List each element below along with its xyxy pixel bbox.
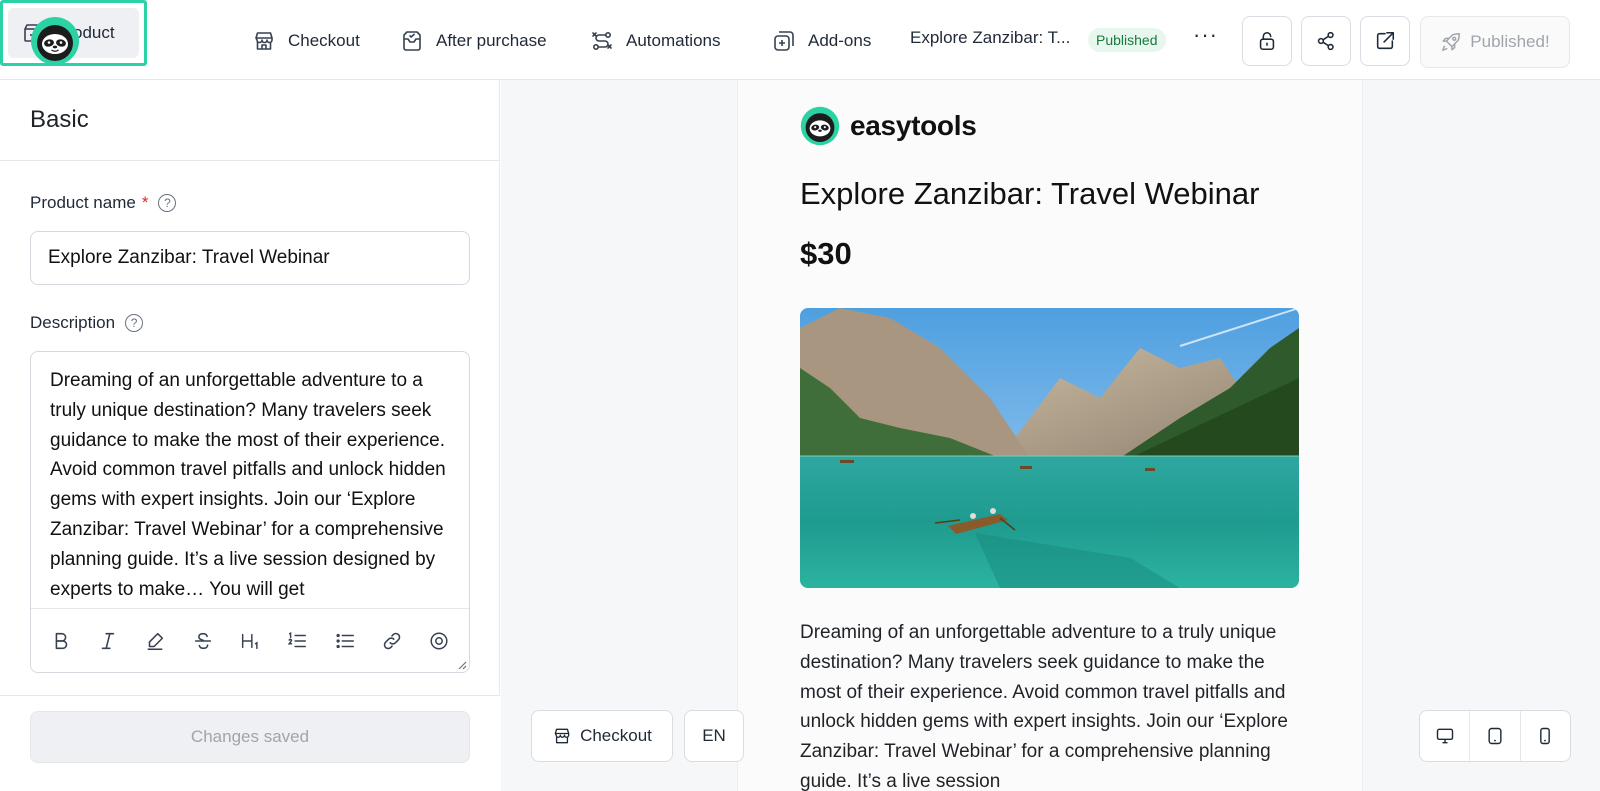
strikethrough-icon[interactable] — [188, 626, 218, 656]
product-name-value: Explore Zanzibar: Travel Webinar — [48, 247, 330, 268]
store-icon — [255, 32, 273, 50]
tablet-view-button[interactable] — [1470, 711, 1521, 761]
lock-icon — [1259, 31, 1275, 51]
store-icon — [554, 728, 570, 744]
sloth-logo-icon — [800, 106, 840, 146]
plus-square-icon — [774, 31, 794, 51]
preview-card: easytools Explore Zanzibar: Travel Webin… — [737, 80, 1363, 791]
link-icon[interactable] — [377, 626, 407, 656]
tab-addons-label: Add-ons — [808, 31, 872, 50]
resize-handle-icon[interactable] — [457, 660, 467, 670]
brand-name: easytools — [850, 110, 977, 141]
product-title-short[interactable]: Explore Zanzibar: T... — [910, 28, 1070, 48]
heading-icon[interactable] — [235, 626, 265, 656]
tab-after-purchase-label: After purchase — [436, 31, 547, 50]
bold-icon[interactable] — [46, 626, 76, 656]
route-icon — [592, 31, 612, 51]
emoji-icon[interactable] — [424, 626, 454, 656]
bullet-list-icon[interactable] — [330, 626, 360, 656]
tab-addons[interactable]: Add-ons — [758, 20, 885, 62]
italic-icon[interactable] — [93, 626, 123, 656]
top-bar: Product Checkout After purchase Automati… — [0, 0, 1600, 80]
editor-toolbar — [31, 608, 469, 672]
product-name-input[interactable]: Explore Zanzibar: Travel Webinar — [30, 231, 470, 285]
tab-checkout[interactable]: Checkout — [238, 20, 374, 62]
product-name-label: Product name — [30, 193, 136, 212]
inbox-check-icon — [403, 31, 421, 51]
desktop-view-button[interactable] — [1420, 711, 1471, 761]
preview-price: $30 — [800, 236, 852, 271]
language-label: EN — [702, 726, 726, 745]
changes-saved-button[interactable]: Changes saved — [30, 711, 470, 763]
product-hero-image — [800, 308, 1299, 588]
product-name-label-row: Product name * ? — [30, 193, 177, 213]
sloth-logo-icon[interactable] — [30, 16, 80, 66]
external-link-icon — [1376, 31, 1395, 50]
tab-automations-label: Automations — [626, 31, 721, 50]
description-editor[interactable]: Dreaming of an unforgettable adventure t… — [30, 351, 470, 673]
tab-after-purchase[interactable]: After purchase — [386, 20, 561, 62]
description-label-row: Description ? — [30, 313, 144, 333]
share-button[interactable] — [1301, 16, 1351, 66]
product-settings-panel: Basic Product name * ? Explore Zanzibar:… — [0, 80, 500, 791]
checkout-preview: easytools Explore Zanzibar: Travel Webin… — [501, 80, 1600, 791]
ordered-list-icon[interactable] — [282, 626, 312, 656]
language-button[interactable]: EN — [684, 710, 744, 762]
tab-automations[interactable]: Automations — [576, 20, 735, 62]
brand: easytools — [800, 106, 977, 146]
description-text[interactable]: Dreaming of an unforgettable adventure t… — [50, 366, 450, 608]
published-button[interactable]: Published! — [1420, 16, 1570, 68]
preview-description: Dreaming of an unforgettable adventure t… — [800, 622, 1288, 791]
required-mark: * — [141, 193, 149, 212]
help-icon[interactable]: ? — [125, 314, 144, 332]
lock-button[interactable] — [1242, 16, 1292, 66]
tab-checkout-label: Checkout — [288, 31, 360, 50]
mobile-view-button[interactable] — [1521, 711, 1570, 761]
device-switcher — [1419, 710, 1571, 762]
checkout-preview-label: Checkout — [580, 726, 652, 745]
desktop-icon — [1436, 728, 1453, 744]
published-button-label: Published! — [1470, 32, 1550, 51]
help-icon[interactable]: ? — [158, 194, 177, 212]
save-bar: Changes saved — [0, 695, 500, 791]
rocket-icon — [1442, 33, 1461, 51]
status-badge: Published — [1088, 28, 1166, 52]
highlight-icon[interactable] — [140, 626, 170, 656]
mobile-icon — [1540, 727, 1551, 745]
preview-product-title: Explore Zanzibar: Travel Webinar — [800, 176, 1260, 211]
more-options-icon[interactable]: ··· — [1193, 22, 1218, 48]
tablet-icon — [1488, 727, 1502, 745]
share-icon — [1317, 31, 1334, 51]
section-title: Basic — [30, 106, 89, 133]
divider — [0, 160, 500, 161]
checkout-preview-button[interactable]: Checkout — [531, 710, 673, 762]
description-label: Description — [30, 313, 116, 332]
open-external-button[interactable] — [1360, 16, 1410, 66]
